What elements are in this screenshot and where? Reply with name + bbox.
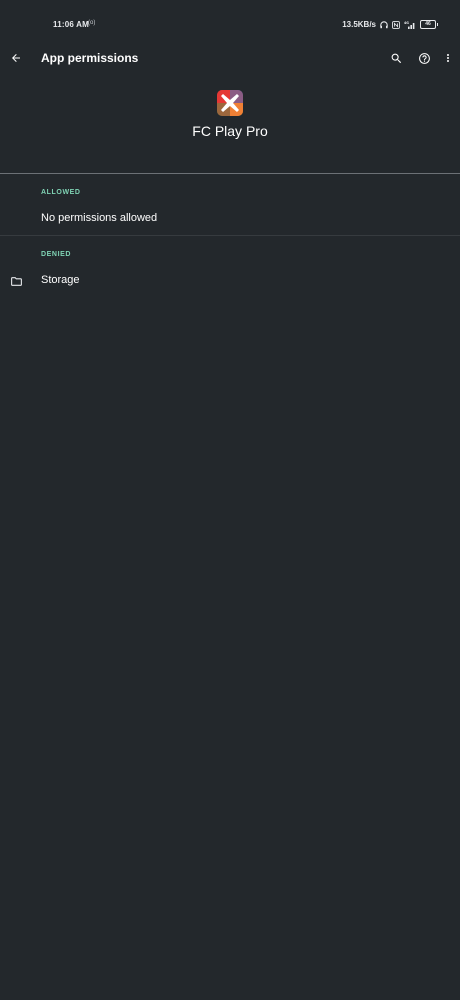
folder-icon: [9, 274, 23, 288]
app-name: FC Play Pro: [192, 123, 268, 139]
back-button[interactable]: [6, 48, 26, 68]
help-icon: [418, 52, 430, 64]
status-right: 13.5KB/s 4G 46: [342, 20, 438, 29]
back-arrow-icon: [12, 54, 20, 62]
app-header: FC Play Pro: [0, 90, 460, 139]
header-divider: [0, 173, 460, 174]
status-time: 11:06 AM: [53, 20, 89, 29]
signal-icon: 4G: [404, 21, 416, 29]
list-item-label: No permissions allowed: [41, 212, 158, 224]
permission-item-storage[interactable]: Storage: [0, 266, 460, 296]
help-button[interactable]: [414, 48, 434, 68]
network-speed: 13.5KB/s: [342, 20, 376, 29]
toolbar: App permissions: [0, 40, 460, 78]
headset-icon: [380, 20, 388, 29]
list-item-no-permissions: No permissions allowed: [0, 204, 460, 234]
more-options-button[interactable]: [438, 48, 458, 68]
more-vert-icon: [447, 54, 449, 62]
sync-indicator: (o): [88, 20, 96, 26]
battery-level: 46: [420, 20, 436, 29]
section-header-allowed: ALLOWED: [41, 189, 81, 196]
permission-label: Storage: [41, 274, 80, 286]
search-button[interactable]: [386, 48, 406, 68]
svg-text:4G: 4G: [404, 21, 409, 25]
nfc-icon: [392, 20, 400, 29]
page-title: App permissions: [41, 51, 139, 65]
section-header-denied: DENIED: [41, 251, 72, 258]
search-icon: [391, 53, 401, 63]
section-divider: [0, 235, 460, 236]
battery-icon: 46: [420, 20, 438, 29]
app-logo-icon: [217, 90, 243, 116]
